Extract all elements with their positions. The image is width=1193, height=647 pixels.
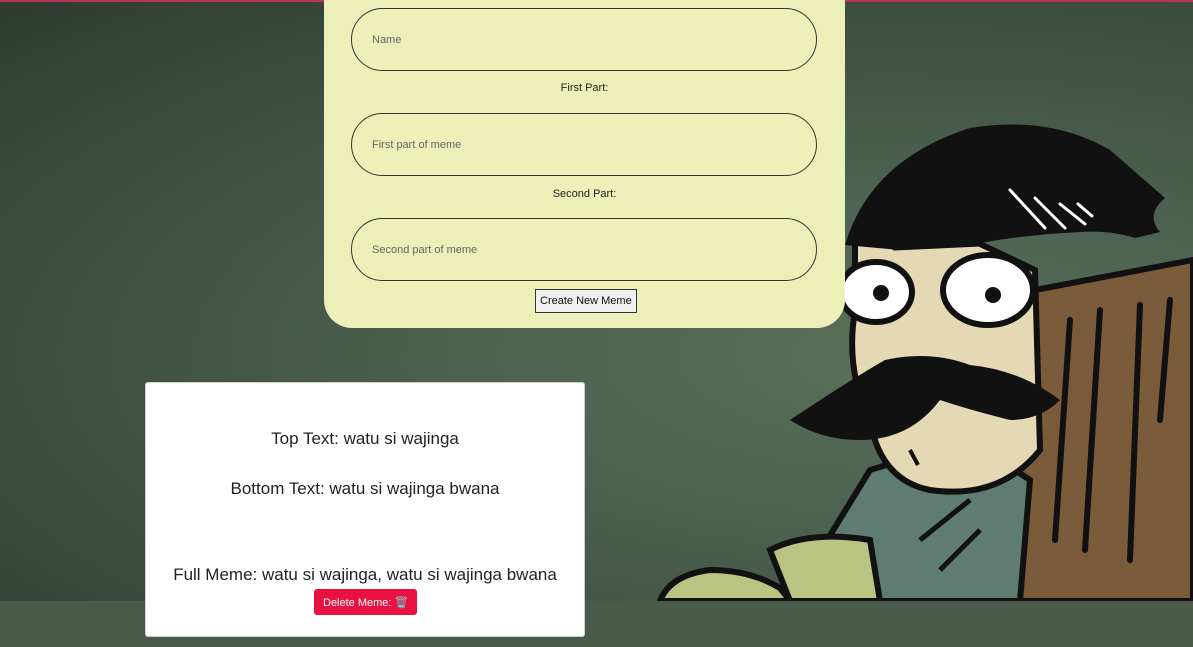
delete-meme-button[interactable]: Delete Meme: 🗑️ xyxy=(314,589,418,615)
second-part-input[interactable] xyxy=(351,218,817,281)
name-input[interactable] xyxy=(351,8,817,71)
first-part-input[interactable] xyxy=(351,113,817,176)
second-part-label: Second Part: xyxy=(552,188,617,200)
create-meme-form: First Part: Second Part: Create New Meme xyxy=(324,0,845,328)
meme-bottom-text: Bottom Text: watu si wajinga bwana xyxy=(230,479,500,498)
meme-card: Top Text: watu si wajinga Bottom Text: w… xyxy=(145,382,585,637)
meme-full-text: Full Meme: watu si wajinga, watu si waji… xyxy=(173,565,557,584)
first-part-label: First Part: xyxy=(560,82,609,94)
create-new-meme-button[interactable]: Create New Meme xyxy=(535,289,637,313)
meme-top-text: Top Text: watu si wajinga xyxy=(271,429,459,448)
